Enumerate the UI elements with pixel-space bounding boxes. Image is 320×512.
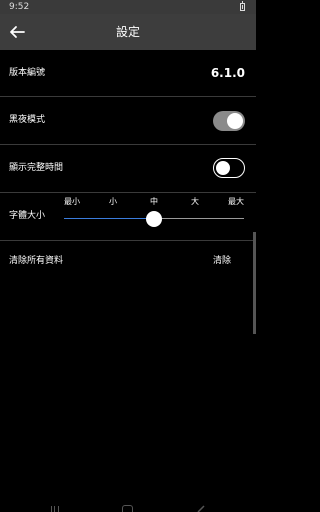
- scrollbar[interactable]: [253, 232, 256, 334]
- font-size-option-smallest[interactable]: 最小: [64, 197, 80, 207]
- version-label: 版本編號: [9, 68, 46, 78]
- battery-icon: [240, 1, 245, 11]
- version-row: 版本編號 6.1.0: [0, 50, 256, 96]
- clear-button[interactable]: 清除: [213, 255, 231, 267]
- back-button[interactable]: [5, 20, 29, 44]
- home-icon[interactable]: [122, 505, 133, 512]
- font-size-slider-thumb[interactable]: [146, 211, 162, 227]
- show-full-time-label: 顯示完整時間: [9, 163, 64, 173]
- slider-track-active[interactable]: [64, 218, 154, 219]
- app-bar: 設定: [0, 14, 256, 50]
- dark-mode-toggle[interactable]: [213, 111, 245, 131]
- font-size-option-large[interactable]: 大: [191, 197, 199, 207]
- show-full-time-row: 顯示完整時間: [0, 145, 256, 192]
- toggle-knob: [215, 160, 230, 175]
- slider-track-inactive[interactable]: [154, 218, 244, 219]
- arrow-left-icon: [10, 26, 25, 38]
- divider: [0, 192, 256, 193]
- font-size-option-medium[interactable]: 中: [150, 197, 158, 207]
- font-size-option-largest[interactable]: 最大: [228, 197, 244, 207]
- back-nav-icon[interactable]: [196, 504, 206, 512]
- dark-mode-row: 黑夜模式: [0, 97, 256, 144]
- font-size-label: 字體大小: [9, 211, 46, 221]
- recents-icon[interactable]: [51, 506, 59, 512]
- show-full-time-toggle[interactable]: [213, 158, 245, 178]
- page-title: 設定: [115, 25, 140, 39]
- dark-mode-label: 黑夜模式: [9, 115, 46, 125]
- font-size-option-small[interactable]: 小: [109, 197, 117, 207]
- version-value: 6.1.0: [210, 66, 245, 80]
- toggle-knob: [227, 113, 243, 129]
- clear-data-label: 清除所有資料: [9, 256, 64, 266]
- status-time: 9:52: [9, 2, 30, 12]
- clear-data-row: 清除所有資料 清除: [0, 241, 256, 281]
- status-bar: 9:52: [0, 0, 256, 14]
